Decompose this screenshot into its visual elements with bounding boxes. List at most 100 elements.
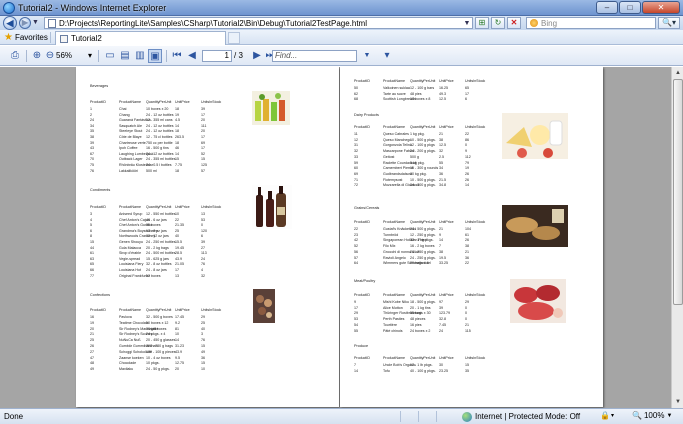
table-cell: 10 pkgs. bbox=[146, 361, 160, 366]
table-cell: 15 bbox=[175, 157, 179, 162]
scrollbar-thumb[interactable] bbox=[673, 79, 683, 305]
first-page-icon[interactable]: ⏮ bbox=[170, 49, 184, 63]
table-cell: 71 bbox=[354, 177, 358, 182]
find-dropdown-icon[interactable]: ▼ bbox=[360, 49, 374, 63]
table-cell: 1 bbox=[90, 107, 92, 111]
zoom-level[interactable]: 🔍 100% ▼ bbox=[632, 411, 672, 420]
table-cell: 26 bbox=[465, 171, 469, 176]
compatibility-icon[interactable]: ⊞ bbox=[475, 17, 489, 29]
table-row: 9 Mishi Kobe Niku 18 - 500 g pkgs. 97 29 bbox=[340, 300, 603, 305]
page-icon bbox=[48, 18, 56, 28]
table-row: 57 Ravioli Angelo 24 - 250 g pkgs. 19.5 36 bbox=[340, 256, 603, 261]
new-tab-button[interactable] bbox=[228, 32, 240, 44]
table-cell: Gorgonzola Telino bbox=[383, 143, 412, 148]
table-cell: 18 bbox=[175, 107, 179, 111]
table-cell: 40 bbox=[201, 326, 205, 331]
favorites-button[interactable]: ★ Favorites bbox=[4, 32, 48, 43]
table-row: 59 Raclette Courdavault 5 kg pkg. 55 79 bbox=[340, 161, 603, 166]
refresh-button[interactable]: ↻ bbox=[491, 17, 505, 29]
previous-page-icon[interactable]: ◀ bbox=[185, 49, 199, 63]
table-cell: 20 bbox=[175, 367, 179, 372]
find-input[interactable]: Find... bbox=[272, 50, 357, 62]
table-row: 8 Northwoods Cranberry 12 - 12 oz jars 40 6 bbox=[76, 234, 339, 239]
print-icon[interactable]: ⎙ bbox=[8, 49, 22, 63]
table-cell: 61 bbox=[465, 232, 469, 237]
table-cell: 10 - 500 g pkgs. bbox=[410, 137, 436, 142]
table-row: 71 Flotemysost 10 - 500 g pkgs. 21.5 26 bbox=[340, 178, 603, 183]
table-header: ProductID ProductName QuantityPerUnit UnitP… bbox=[340, 125, 603, 130]
table-cell: 24 - 500 g pkgs. bbox=[410, 227, 436, 231]
search-button[interactable]: 🔍▾ bbox=[658, 17, 680, 29]
table-cell: Filo Mix bbox=[383, 244, 396, 249]
address-dropdown-icon[interactable]: ▼ bbox=[462, 20, 472, 27]
table-row: 21 Sir Rodney's Scones 24 pkgs. x 4 10 3 bbox=[76, 332, 339, 337]
table-cell: Queso Cabrales bbox=[383, 132, 409, 136]
security-icon[interactable]: 🔒 bbox=[600, 411, 610, 420]
table-row: 65 Louisiana Fiery 32 - 8 oz bottles 21.05 7… bbox=[76, 262, 339, 267]
table-cell: 72 bbox=[354, 183, 358, 188]
page-number-input[interactable]: 1 bbox=[202, 50, 232, 62]
scroll-down-icon[interactable]: ▼ bbox=[673, 397, 683, 407]
search-box[interactable]: Bing bbox=[526, 17, 656, 29]
table-cell: 38 bbox=[90, 135, 94, 139]
tab-tutorial2[interactable]: Tutorial2 bbox=[55, 31, 226, 45]
table-cell: Geitost bbox=[383, 154, 395, 159]
vertical-scrollbar[interactable]: ▲ ▼ bbox=[671, 67, 683, 408]
zoom-in-icon[interactable]: ⊕ bbox=[30, 49, 44, 63]
table-cell: 14 bbox=[175, 338, 179, 343]
table-row: 24 Guaraná Fantástica 12 - 355 ml cans 4.5 2… bbox=[76, 118, 339, 123]
table-cell: 12 - 100 g bars bbox=[410, 86, 435, 90]
find-next-icon[interactable]: ▾ bbox=[380, 49, 394, 63]
back-button[interactable]: ◀ bbox=[3, 16, 17, 30]
table-cell: 12 - 550 ml bottles bbox=[146, 212, 176, 216]
page-icon bbox=[60, 34, 68, 43]
table-cell: 38 bbox=[439, 249, 443, 254]
table-row: 43 Ipoh Coffee 16 - 500 g tins 46 17 bbox=[76, 146, 339, 151]
stop-button[interactable]: ✕ bbox=[507, 17, 521, 29]
minimize-button[interactable]: – bbox=[596, 1, 618, 14]
table-cell: 7.45 bbox=[439, 322, 446, 327]
continuous-page-icon[interactable]: ▤ bbox=[118, 49, 132, 63]
table-cell: 15 - 300 g rounds bbox=[410, 166, 439, 171]
single-page-icon[interactable]: ▭ bbox=[103, 49, 117, 63]
address-bar[interactable]: D:\Projects\ReportingLite\Samples\CSharp… bbox=[44, 17, 473, 29]
status-icons[interactable]: 🔒 ▾ bbox=[600, 411, 614, 420]
multi-page-icon[interactable]: ▥ bbox=[133, 49, 147, 63]
forward-button[interactable]: ▶ bbox=[19, 17, 31, 29]
scroll-up-icon[interactable]: ▲ bbox=[673, 68, 683, 78]
search-placeholder[interactable]: Bing bbox=[541, 19, 557, 28]
maximize-button[interactable]: □ bbox=[619, 1, 641, 14]
table-cell: 24 bbox=[201, 256, 205, 261]
favorites-bar: ★ Favorites Tutorial2 bbox=[0, 30, 683, 45]
table-cell: 54 bbox=[354, 322, 358, 327]
window-title: Tutorial2 - Windows Internet Explorer bbox=[18, 2, 167, 13]
table-cell: Pâté chinois bbox=[383, 328, 403, 333]
address-url[interactable]: D:\Projects\ReportingLite\Samples\CSharp… bbox=[59, 19, 462, 28]
table-cell: Ravioli Angelo bbox=[383, 255, 406, 260]
table-cell: 27 bbox=[201, 245, 205, 250]
column-header: QuantityPerUnit bbox=[410, 293, 436, 297]
table-cell: 15 bbox=[90, 240, 94, 244]
category-heading: Produce bbox=[340, 344, 603, 349]
table-cell: 31.23 bbox=[175, 344, 184, 348]
table-cell: Genen Shouyu bbox=[119, 240, 143, 244]
report-page-2: ProductID ProductName QuantityPerUnit UnitP… bbox=[340, 67, 603, 407]
security-zone[interactable]: Internet | Protected Mode: Off bbox=[462, 411, 580, 422]
zoom-select[interactable]: 56% ▾ bbox=[54, 50, 94, 62]
column-header: UnitsInStock bbox=[201, 308, 222, 312]
table-cell: 32 bbox=[439, 149, 443, 154]
close-button[interactable]: ✕ bbox=[642, 1, 680, 14]
category-name: Condiments bbox=[90, 188, 111, 192]
table-cell: 12.5 bbox=[439, 97, 446, 102]
two-page-icon[interactable]: ▣ bbox=[148, 49, 162, 63]
column-header: ProductID bbox=[354, 293, 370, 297]
table-cell: 17.45 bbox=[175, 315, 184, 319]
next-page-icon[interactable]: ▶ bbox=[250, 49, 264, 63]
table-cell: Outback Lager bbox=[119, 157, 143, 162]
recent-pages-dropdown[interactable]: ▼ bbox=[32, 19, 39, 26]
column-header: UnitPrice bbox=[439, 79, 454, 83]
table-cell: 36 bbox=[439, 171, 443, 176]
table-cell: 52 bbox=[201, 151, 205, 156]
table-row: 44 Gula Malacca 20 - 2 kg bags 19.45 27 bbox=[76, 246, 339, 251]
table-cell: 12 - 1 lb pkgs. bbox=[410, 363, 433, 367]
